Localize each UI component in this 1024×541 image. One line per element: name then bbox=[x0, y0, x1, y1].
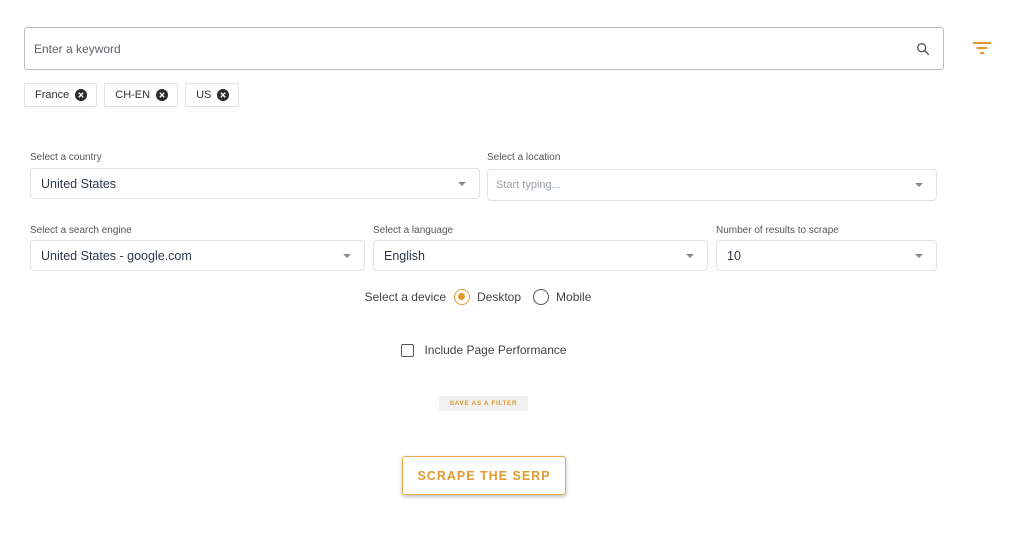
language-select[interactable]: English bbox=[373, 240, 708, 271]
search-engine-select[interactable]: United States - google.com bbox=[30, 240, 365, 271]
results-count-select[interactable]: 10 bbox=[716, 240, 937, 271]
filter-list-icon[interactable] bbox=[973, 41, 991, 55]
location-label: Select a location bbox=[487, 152, 561, 163]
search-icon[interactable] bbox=[915, 41, 931, 57]
keyword-search-box bbox=[24, 27, 944, 70]
search-engine-label: Select a search engine bbox=[30, 225, 132, 236]
location-placeholder: Start typing... bbox=[496, 179, 561, 191]
device-option-label: Desktop bbox=[477, 290, 522, 304]
device-option-mobile[interactable]: Mobile bbox=[533, 289, 591, 305]
country-select[interactable]: United States bbox=[30, 168, 480, 199]
dropdown-arrow-icon bbox=[686, 253, 694, 258]
chip-label: CH-EN bbox=[115, 89, 151, 101]
chip-us: US bbox=[185, 83, 240, 107]
results-count-value: 10 bbox=[727, 248, 741, 263]
language-value: English bbox=[384, 248, 425, 263]
keyword-input[interactable] bbox=[34, 28, 894, 69]
close-circle-icon[interactable] bbox=[156, 89, 169, 101]
country-value: United States bbox=[41, 176, 117, 191]
checkbox-unchecked-icon[interactable] bbox=[401, 343, 415, 357]
chip-label: France bbox=[35, 89, 70, 101]
close-circle-icon[interactable] bbox=[75, 89, 88, 101]
device-option-label: Mobile bbox=[556, 290, 592, 304]
chip-ch-en: CH-EN bbox=[104, 83, 179, 107]
page-performance-label: Include Page Performance bbox=[424, 343, 567, 357]
selected-filters: France CH-EN US bbox=[24, 83, 240, 107]
page-performance-option[interactable]: Include Page Performance bbox=[0, 343, 968, 357]
device-label: Select a device bbox=[364, 290, 446, 304]
dropdown-arrow-icon bbox=[343, 253, 351, 258]
device-selector: Select a device Desktop Mobile bbox=[0, 289, 968, 305]
scrape-serp-button[interactable]: SCRAPE THE SERP bbox=[402, 456, 566, 495]
location-select[interactable]: Start typing... bbox=[487, 169, 937, 201]
chip-label: US bbox=[196, 89, 212, 101]
dropdown-arrow-icon bbox=[458, 181, 466, 186]
dropdown-arrow-icon bbox=[915, 253, 923, 258]
radio-checked-icon[interactable] bbox=[454, 289, 470, 305]
country-label: Select a country bbox=[30, 152, 102, 163]
chip-france: France bbox=[24, 83, 98, 107]
close-circle-icon[interactable] bbox=[217, 89, 230, 101]
save-as-filter-button[interactable]: SAVE AS A FILTER bbox=[439, 396, 528, 411]
language-label: Select a language bbox=[373, 225, 454, 236]
dropdown-arrow-icon bbox=[915, 183, 923, 187]
search-engine-value: United States - google.com bbox=[41, 248, 192, 263]
device-option-desktop[interactable]: Desktop bbox=[454, 289, 521, 305]
radio-unchecked-icon[interactable] bbox=[533, 289, 550, 305]
results-count-label: Number of results to scrape bbox=[716, 225, 839, 236]
